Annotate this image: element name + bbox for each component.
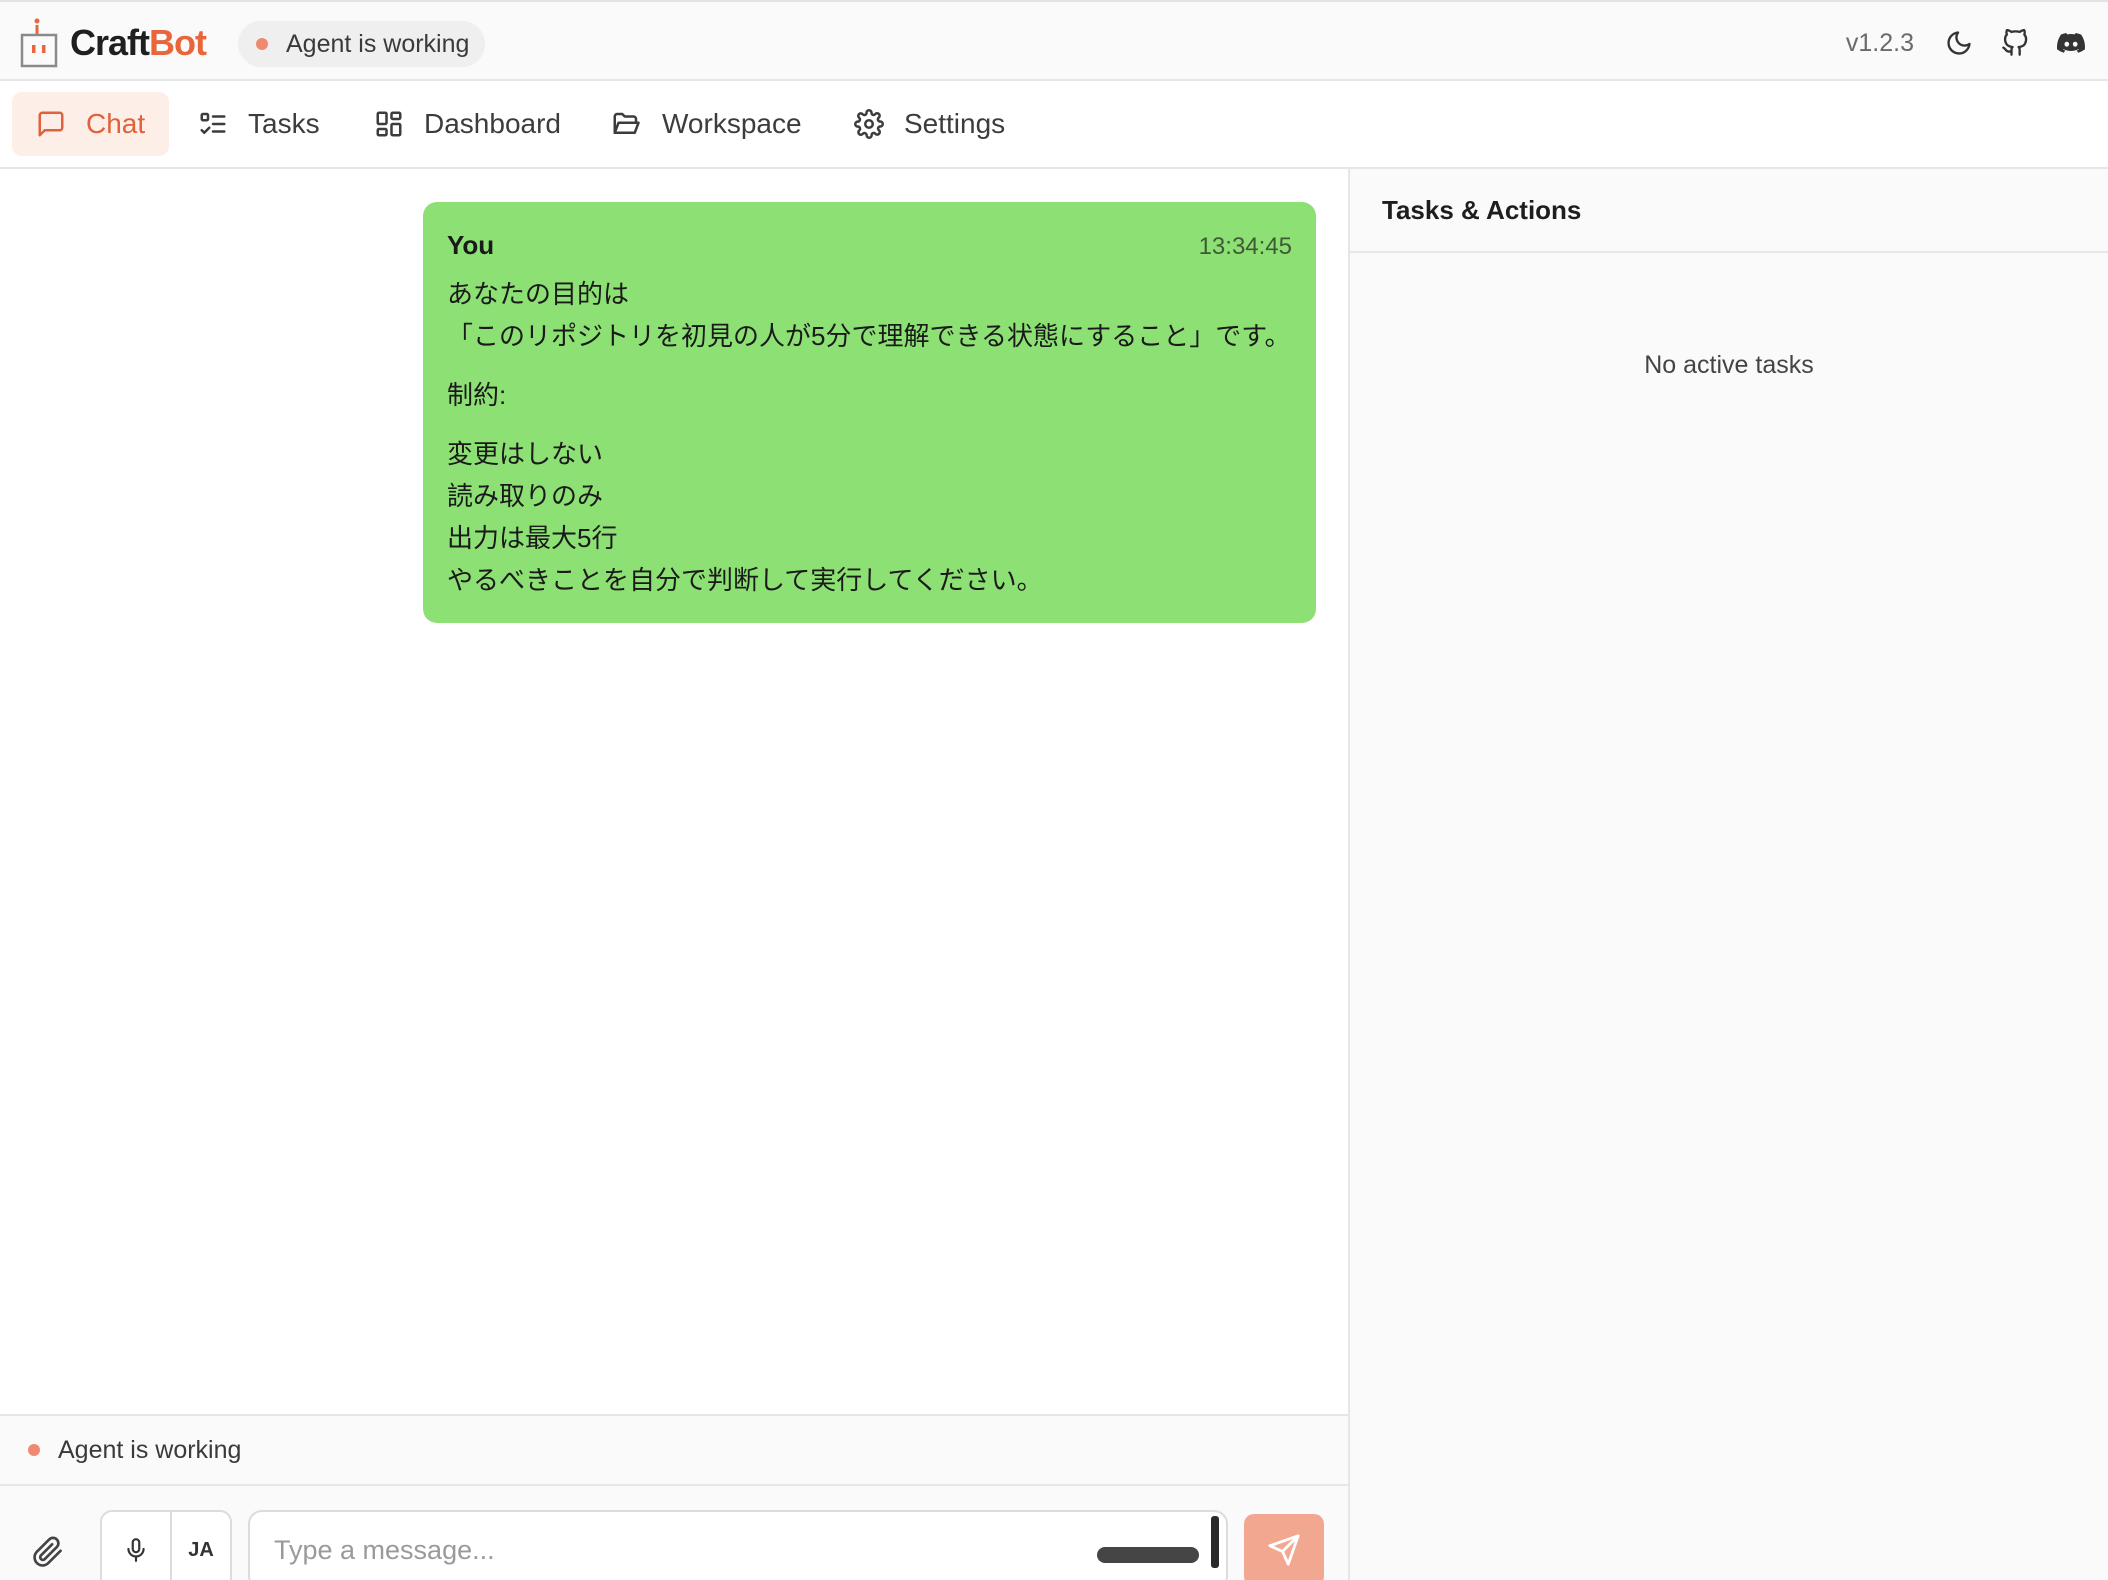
tab-chat[interactable]: Chat <box>12 92 170 156</box>
language-toggle-button[interactable]: JA <box>172 1512 230 1580</box>
send-button[interactable] <box>1244 1514 1324 1580</box>
main-nav: Chat Tasks Dashboard Workspace Settings <box>0 81 2108 169</box>
agent-status-text: Agent is working <box>286 29 470 58</box>
empty-state-text: No active tasks <box>1644 351 1814 379</box>
list-check-icon <box>200 112 226 134</box>
message-body: あなたの目的は 「このリポジトリを初見の人が5分で理解できる状態にすること」です… <box>447 273 1292 601</box>
message-sender: You <box>447 230 495 260</box>
craftbot-logo-icon <box>20 18 60 68</box>
tab-dashboard-label: Dashboard <box>424 108 561 139</box>
discord-icon[interactable] <box>2054 26 2088 60</box>
tab-chat-label: Chat <box>86 108 146 139</box>
tab-settings[interactable]: Settings <box>830 92 1029 156</box>
composer: JA <box>0 1486 1348 1580</box>
gear-icon <box>854 109 884 139</box>
chat-pane[interactable]: You 13:34:45 あなたの目的は 「このリポジトリを初見の人が5分で理解… <box>0 169 1348 1414</box>
top-right-controls: v1.2.3 <box>1846 20 2088 66</box>
top-bar: CraftBot Agent is working v1.2.3 <box>0 0 2108 81</box>
bottom-status-bar: Agent is working <box>0 1414 1348 1486</box>
grid-icon <box>376 111 402 137</box>
message-timestamp: 13:34:45 <box>1198 233 1292 260</box>
text-cursor-icon <box>1211 1516 1219 1568</box>
tab-settings-label: Settings <box>904 108 1006 139</box>
send-icon <box>1268 1534 1300 1566</box>
bottom-status-text: Agent is working <box>58 1435 242 1464</box>
folder-icon <box>613 112 640 134</box>
version-label: v1.2.3 <box>1845 28 1914 57</box>
agent-status-pill: Agent is working <box>238 21 486 67</box>
tab-workspace-label: Workspace <box>662 108 802 139</box>
panel-title: Tasks & Actions <box>1350 169 2108 253</box>
tab-tasks-label: Tasks <box>248 108 320 139</box>
user-message-bubble: You 13:34:45 あなたの目的は 「このリポジトリを初見の人が5分で理解… <box>423 202 1316 623</box>
brand-name: CraftBot <box>70 22 207 63</box>
voice-controls: JA <box>100 1510 232 1580</box>
message-line: 「このリポジトリを初見の人が5分で理解できる状態にすること」です。 <box>447 321 1291 351</box>
logo[interactable]: CraftBot <box>20 18 207 68</box>
github-icon[interactable] <box>1998 26 2032 60</box>
message-line: 変更はしない <box>447 439 604 469</box>
message-line: 読み取りのみ <box>447 481 604 511</box>
status-dot-icon <box>256 38 268 50</box>
chat-bubble-icon <box>38 111 64 137</box>
message-line: 出力は最大5行 <box>447 523 618 553</box>
input-resize-handle[interactable] <box>1097 1547 1199 1563</box>
tasks-panel: Tasks & Actions No active tasks <box>1350 169 2108 1580</box>
message-line: やるべきことを自分で判断して実行してください。 <box>447 565 1043 595</box>
moon-icon[interactable] <box>1942 26 1976 60</box>
paperclip-icon[interactable] <box>32 1536 64 1573</box>
status-dot-icon <box>28 1444 40 1456</box>
microphone-icon[interactable] <box>102 1512 172 1580</box>
tab-workspace[interactable]: Workspace <box>586 92 826 156</box>
message-line: 制約: <box>447 380 507 410</box>
tab-tasks[interactable]: Tasks <box>174 92 344 156</box>
message-line: あなたの目的は <box>447 279 630 309</box>
message-input[interactable] <box>248 1510 1228 1580</box>
tab-dashboard[interactable]: Dashboard <box>350 92 585 156</box>
